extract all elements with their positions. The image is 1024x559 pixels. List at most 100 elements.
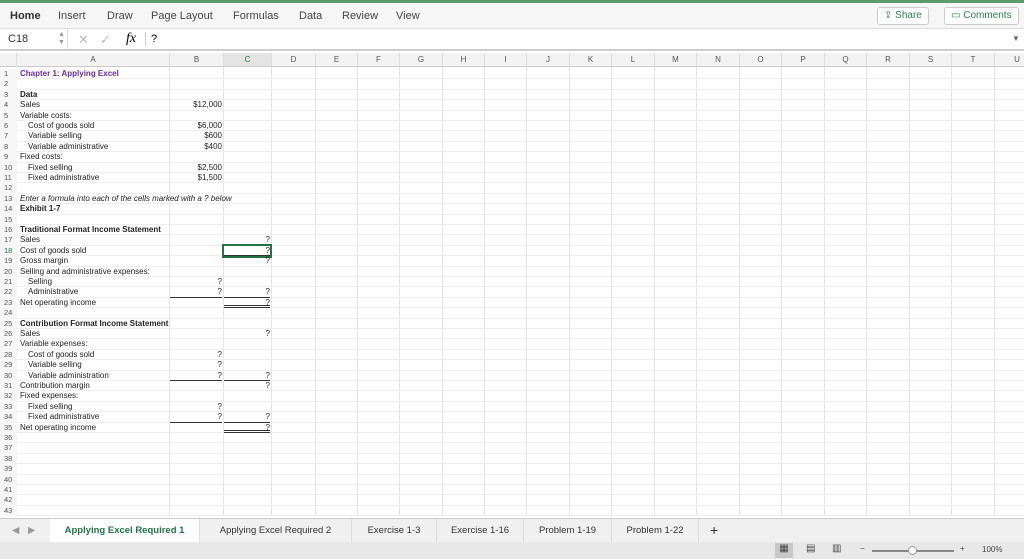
scroll-left-icon[interactable]: ◀ [12, 519, 19, 542]
column-header-f[interactable]: F [358, 53, 400, 67]
row-header[interactable]: 20 [0, 266, 17, 277]
cell-a26[interactable]: Sales [20, 329, 170, 339]
column-header-p[interactable]: P [782, 53, 825, 67]
row-header[interactable]: 14 [0, 204, 17, 215]
tab-review[interactable]: Review [342, 10, 378, 22]
row-header[interactable]: 17 [0, 235, 17, 246]
cell-c23[interactable]: ? [224, 298, 270, 309]
cell-b8[interactable]: $400 [170, 142, 222, 152]
cell-a10[interactable]: Fixed selling [20, 163, 170, 173]
column-header-a[interactable]: A [17, 53, 170, 67]
cell-c34[interactable]: ? [224, 412, 270, 423]
cell-a28[interactable]: Cost of goods sold [20, 350, 170, 360]
row-header[interactable]: 19 [0, 256, 17, 267]
cell-a21[interactable]: Selling [20, 277, 170, 287]
cell-a3[interactable]: Data [20, 90, 170, 100]
cell-a16[interactable]: Traditional Format Income Statement [20, 225, 170, 235]
row-header[interactable]: 34 [0, 412, 17, 423]
cell-a7[interactable]: Variable selling [20, 131, 170, 141]
row-header[interactable]: 10 [0, 162, 17, 173]
cell-b7[interactable]: $600 [170, 131, 222, 141]
cell-b29[interactable]: ? [170, 360, 222, 370]
row-header[interactable]: 27 [0, 339, 17, 350]
zoom-out-button[interactable]: − [860, 544, 865, 553]
tab-data[interactable]: Data [299, 10, 322, 22]
page-layout-view-icon[interactable]: ▤ [806, 543, 815, 554]
cell-a31[interactable]: Contribution margin [20, 381, 170, 391]
row-header[interactable]: 37 [0, 443, 17, 454]
cell-a8[interactable]: Variable administrative [20, 142, 170, 152]
cell-a23[interactable]: Net operating income [20, 298, 170, 308]
tab-page-layout[interactable]: Page Layout [151, 10, 213, 22]
row-header[interactable]: 31 [0, 381, 17, 392]
cell-b4[interactable]: $12,000 [170, 100, 222, 110]
cell-a32[interactable]: Fixed expenses: [20, 391, 170, 401]
stepper-icon[interactable]: ▲ ▼ [58, 31, 65, 47]
row-header[interactable]: 11 [0, 173, 17, 184]
row-header[interactable]: 12 [0, 183, 17, 194]
cell-b22[interactable]: ? [170, 287, 222, 298]
cell-a1[interactable]: Chapter 1: Applying Excel [20, 69, 170, 79]
column-header-r[interactable]: R [867, 53, 910, 67]
row-header[interactable]: 21 [0, 277, 17, 288]
row-header[interactable]: 38 [0, 453, 17, 465]
cell-c22[interactable]: ? [224, 287, 270, 298]
cell-a14[interactable]: Exhibit 1-7 [20, 204, 170, 214]
row-header[interactable]: 41 [0, 485, 17, 496]
cell-c17[interactable]: ? [224, 235, 270, 245]
row-header[interactable]: 9 [0, 152, 17, 163]
cell-b34[interactable]: ? [170, 412, 222, 423]
zoom-in-button[interactable]: + [960, 544, 965, 553]
column-header-s[interactable]: S [910, 53, 952, 67]
tab-insert[interactable]: Insert [58, 10, 86, 22]
column-header-b[interactable]: B [170, 53, 224, 67]
column-header-e[interactable]: E [316, 53, 358, 67]
cell-a29[interactable]: Variable selling [20, 360, 170, 370]
column-header-n[interactable]: N [697, 53, 740, 67]
tab-home[interactable]: Home [10, 10, 41, 22]
row-header[interactable]: 26 [0, 329, 17, 340]
cell-a6[interactable]: Cost of goods sold [20, 121, 170, 131]
row-header[interactable]: 35 [0, 422, 17, 433]
cell-b30[interactable]: ? [170, 371, 222, 381]
cell-a9[interactable]: Fixed costs: [20, 152, 170, 162]
row-header[interactable]: 2 [0, 79, 17, 90]
tab-view[interactable]: View [396, 10, 420, 22]
sheet-tab[interactable]: Exercise 1-3 [352, 519, 437, 542]
cell-b10[interactable]: $2,500 [170, 163, 222, 173]
row-header[interactable]: 6 [0, 121, 17, 132]
cell-a13[interactable]: Enter a formula into each of the cells m… [20, 194, 232, 204]
cell-a11[interactable]: Fixed administrative [20, 173, 170, 183]
add-sheet-button[interactable]: + [710, 519, 718, 542]
cell-b28[interactable]: ? [170, 350, 222, 360]
cell-a25[interactable]: Contribution Format Income Statement [20, 319, 170, 329]
formula-input[interactable]: ? [151, 33, 157, 45]
row-header[interactable]: 43 [0, 505, 17, 517]
select-all-corner[interactable] [0, 53, 17, 67]
row-header[interactable]: 5 [0, 110, 17, 121]
cell-c26[interactable]: ? [224, 329, 270, 339]
row-header[interactable]: 39 [0, 464, 17, 475]
spreadsheet-grid[interactable]: A B C D E F G H I J K L M N O P Q R S T U 1 Chapter 1: Applyin… [0, 53, 1024, 517]
row-header[interactable]: 25 [0, 318, 17, 329]
row-header[interactable]: 3 [0, 89, 17, 101]
column-header-o[interactable]: O [740, 53, 782, 67]
column-header-i[interactable]: I [485, 53, 527, 67]
cell-b33[interactable]: ? [170, 402, 222, 412]
column-header-d[interactable]: D [272, 53, 316, 67]
row-header[interactable]: 8 [0, 141, 17, 153]
cell-b6[interactable]: $6,000 [170, 121, 222, 131]
row-header[interactable]: 36 [0, 433, 17, 444]
sheet-tab[interactable]: Problem 1-22 [612, 519, 699, 542]
comments-button[interactable]: ▭ Comments [944, 7, 1019, 25]
row-header[interactable]: 22 [0, 287, 17, 298]
row-header[interactable]: 7 [0, 131, 17, 142]
cell-c18[interactable]: ? [222, 243, 272, 259]
row-header[interactable]: 23 [0, 297, 17, 309]
column-header-g[interactable]: G [400, 53, 443, 67]
share-button[interactable]: ⇪ Share [877, 7, 929, 25]
sheet-tab[interactable]: Problem 1-19 [524, 519, 612, 542]
row-header[interactable]: 30 [0, 370, 17, 381]
row-header[interactable]: 29 [0, 360, 17, 371]
tab-draw[interactable]: Draw [107, 10, 133, 22]
